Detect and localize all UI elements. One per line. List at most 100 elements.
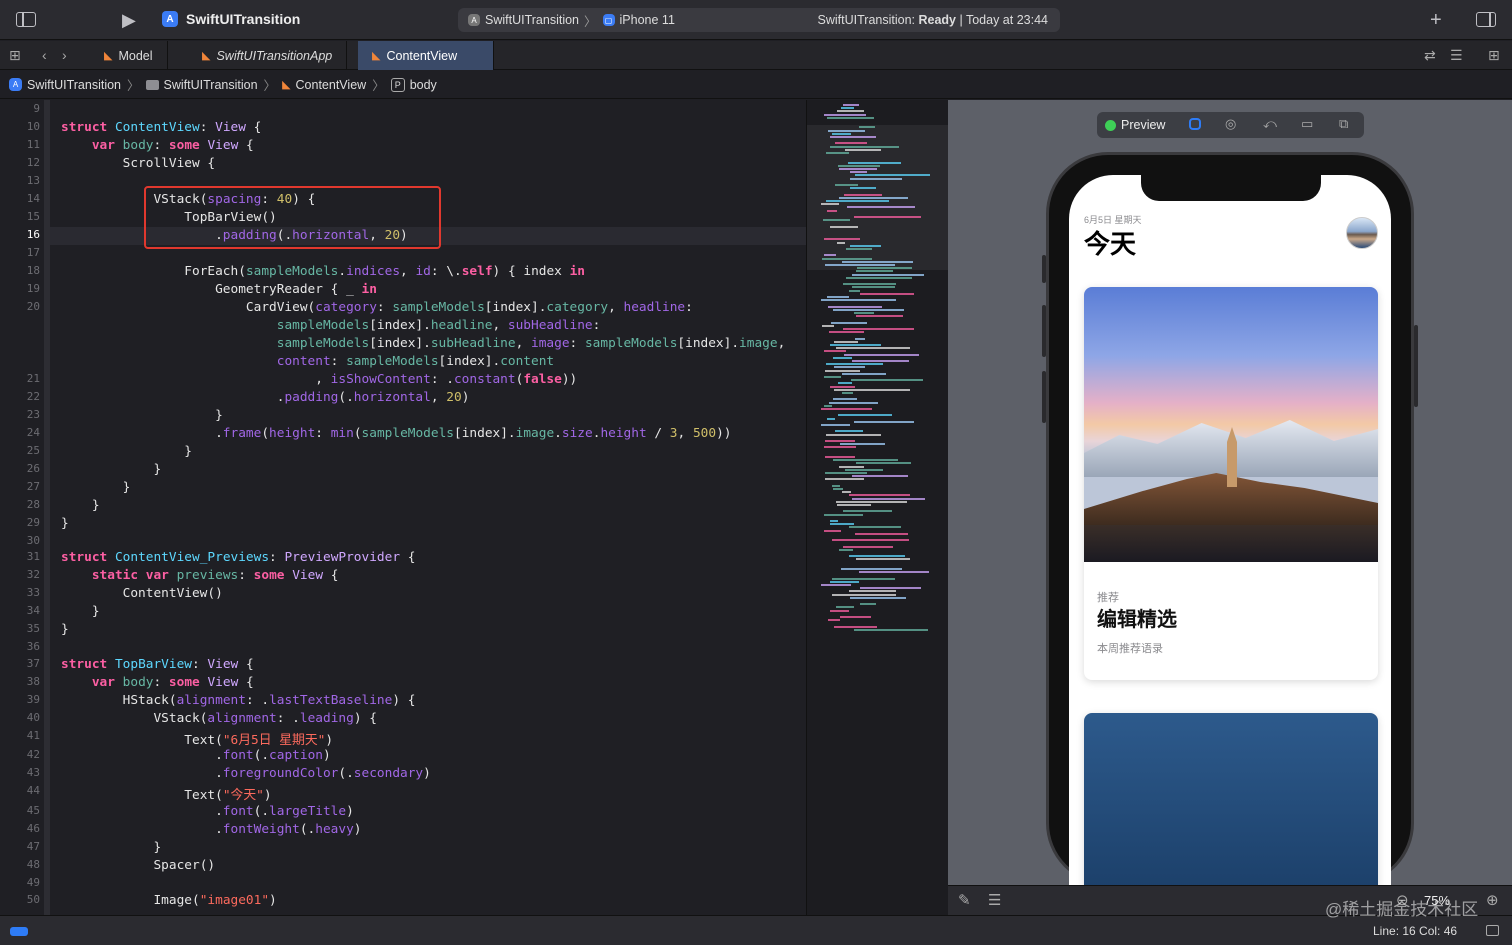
code-line[interactable]: VStack(alignment: .leading) {: [61, 711, 376, 726]
device-settings-icon[interactable]: ▭: [1301, 116, 1313, 132]
code-line[interactable]: Spacer(): [61, 858, 215, 873]
code-line[interactable]: }: [61, 498, 100, 513]
code-line[interactable]: HStack(alignment: .lastTextBaseline) {: [61, 693, 416, 708]
editor-options-icon[interactable]: ☰: [1450, 41, 1463, 70]
line-number: 23: [26, 408, 40, 421]
line-number: 49: [26, 876, 40, 889]
code-line[interactable]: }: [61, 462, 161, 477]
tab-model[interactable]: ◣ Model: [90, 41, 168, 70]
code-line[interactable]: ContentView(): [61, 586, 223, 601]
code-line[interactable]: }: [61, 604, 100, 619]
code-line[interactable]: struct TopBarView: View {: [61, 657, 254, 672]
minimap-line: [832, 539, 909, 542]
avatar[interactable]: [1346, 217, 1378, 249]
swap-icon[interactable]: ⇄: [1424, 41, 1436, 70]
pin-icon[interactable]: ✎: [958, 891, 971, 909]
code-line[interactable]: }: [61, 408, 223, 423]
back-icon[interactable]: ‹: [42, 41, 47, 70]
breadcrumb-group[interactable]: SwiftUITransition: [145, 78, 258, 92]
breadcrumb-label: SwiftUITransition: [27, 77, 122, 92]
forward-icon[interactable]: ›: [62, 41, 67, 70]
zoom-in-icon[interactable]: ⊕: [1486, 891, 1499, 909]
source-editor[interactable]: 9 10 11 12 13 14 15 16 17 18 19 20 21 22 23 24 25 26 27 28 2…: [0, 100, 806, 915]
debug-area-toggle-icon[interactable]: [10, 927, 28, 936]
minimap-line: [832, 484, 840, 487]
code-line[interactable]: }: [61, 622, 69, 637]
code-line[interactable]: GeometryReader { _ in: [61, 282, 377, 297]
breadcrumb-symbol[interactable]: Pbody: [390, 77, 437, 92]
line-number: 12: [26, 156, 40, 169]
code-line[interactable]: Text("6月5日 星期天"): [61, 729, 333, 748]
code-line[interactable]: content: sampleModels[index].content: [61, 354, 554, 369]
live-preview-icon[interactable]: [1189, 118, 1201, 130]
line-number: 14: [26, 192, 40, 205]
minimap-line: [831, 321, 867, 324]
minimap-line: [850, 244, 881, 247]
grid-icon[interactable]: ⊞: [9, 41, 21, 70]
minimap-line: [860, 603, 876, 606]
code-line[interactable]: .frame(height: min(sampleModels[index].i…: [61, 426, 731, 441]
code-line[interactable]: .fontWeight(.heavy): [61, 822, 361, 837]
inspect-icon[interactable]: ◎: [1225, 116, 1236, 132]
code-line[interactable]: CardView(category: sampleModels[index].c…: [61, 300, 693, 315]
tab-contentview[interactable]: ◣ ContentView: [358, 41, 494, 70]
line-number: 48: [26, 858, 40, 871]
minimap-line: [849, 289, 860, 292]
code-line[interactable]: struct ContentView: View {: [61, 120, 261, 135]
code-line[interactable]: .font(.caption): [61, 748, 331, 763]
code-line[interactable]: .padding(.horizontal, 20): [61, 390, 470, 405]
card[interactable]: 推荐 编辑精选 本周推荐语录: [1084, 287, 1378, 680]
code-line[interactable]: }: [61, 480, 131, 495]
minimap-line: [821, 203, 839, 206]
code-line[interactable]: Image("image01"): [61, 893, 276, 908]
minimap-line: [828, 619, 840, 622]
code-line[interactable]: struct ContentView_Previews: PreviewProv…: [61, 550, 415, 565]
code-line[interactable]: Text("今天"): [61, 784, 271, 803]
code-line[interactable]: }: [61, 840, 161, 855]
scheme-selector[interactable]: A SwiftUITransition 〉: [468, 11, 597, 30]
status-prefix: SwiftUITransition:: [817, 13, 919, 27]
variants-icon[interactable]: ☰: [988, 891, 1001, 909]
code-line[interactable]: var body: some View {: [61, 675, 254, 690]
tab-swiftuitransitionapp[interactable]: ◣ SwiftUITransitionApp: [188, 41, 348, 70]
page-title: 今天: [1084, 229, 1137, 259]
code-line[interactable]: .font(.largeTitle): [61, 804, 354, 819]
phone-side-button: [1042, 255, 1046, 283]
minimap-line: [824, 113, 866, 116]
tab-label: SwiftUITransitionApp: [216, 48, 333, 63]
minimap-line: [844, 353, 919, 356]
card-headline: 编辑精选: [1097, 609, 1177, 631]
code-line[interactable]: static var previews: some View {: [61, 568, 339, 583]
minimap-line: [850, 596, 906, 599]
minimap-line: [849, 494, 910, 497]
line-number: 46: [26, 822, 40, 835]
minimap-line: [854, 420, 914, 423]
line-number: 41: [26, 729, 40, 742]
code-line[interactable]: var body: some View {: [61, 138, 254, 153]
preview-label[interactable]: Preview: [1121, 118, 1165, 132]
run-icon[interactable]: ▶: [122, 0, 136, 40]
code-line[interactable]: , isShowContent: .constant(false)): [61, 372, 577, 387]
breadcrumb-project[interactable]: A SwiftUITransition: [9, 78, 121, 92]
destination-selector[interactable]: ▢ iPhone 11: [602, 13, 675, 27]
code-line[interactable]: ForEach(sampleModels.indices, id: \.self…: [61, 264, 585, 279]
code-line[interactable]: }: [61, 444, 192, 459]
split-editor-icon[interactable]: ⊞: [1488, 41, 1500, 70]
code-line[interactable]: sampleModels[index].headline, subHeadlin…: [61, 318, 601, 333]
code-line[interactable]: ScrollView {: [61, 156, 215, 171]
code-line[interactable]: sampleModels[index].subHeadline, image: …: [61, 336, 786, 351]
rotate-icon[interactable]: ⤺: [1263, 116, 1277, 132]
panel-toggle-icon[interactable]: [1486, 925, 1499, 936]
minimap-line: [855, 337, 865, 340]
minimap-line: [829, 331, 864, 334]
minimap-line: [852, 286, 895, 289]
add-icon[interactable]: +: [1430, 0, 1442, 40]
breadcrumb-file[interactable]: ◣ ContentView: [282, 78, 366, 92]
minimap[interactable]: [806, 100, 948, 915]
code-line[interactable]: }: [61, 516, 69, 531]
code-line[interactable]: .foregroundColor(.secondary): [61, 766, 431, 781]
card[interactable]: [1084, 713, 1378, 888]
duplicate-preview-icon[interactable]: ⧉: [1339, 116, 1348, 132]
minimap-line: [854, 216, 921, 218]
minimap-line: [834, 340, 858, 343]
